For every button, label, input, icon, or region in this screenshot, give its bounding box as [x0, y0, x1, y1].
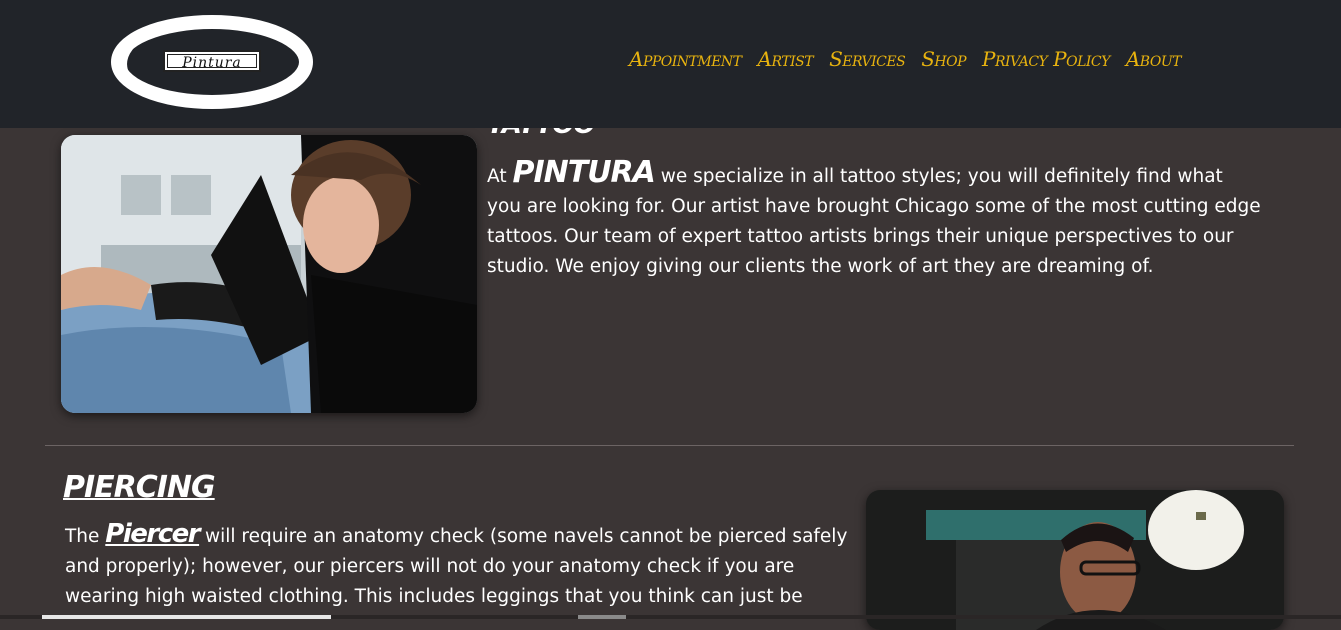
- piercing-text-start: The: [65, 526, 106, 547]
- tattoo-description: At PINTURA we specialize in all tattoo s…: [487, 158, 1262, 282]
- brand-name: PINTURA: [512, 155, 655, 190]
- piercer-photo: [866, 490, 1284, 630]
- piercing-heading: Piercing: [63, 470, 216, 505]
- tattoo-text-start: At: [487, 166, 513, 187]
- nav-appointment[interactable]: Appointment: [629, 47, 742, 71]
- section-divider: [45, 445, 1294, 446]
- piercer-label: Piercer: [105, 519, 200, 549]
- nav-about[interactable]: About: [1126, 47, 1182, 71]
- horizontal-scrollbar[interactable]: [0, 615, 1341, 619]
- nav-privacy-policy[interactable]: Privacy Policy: [982, 47, 1110, 71]
- logo[interactable]: Pintura: [163, 50, 261, 72]
- scrollbar-thumb[interactable]: [42, 615, 331, 619]
- nav-shop[interactable]: Shop: [921, 47, 966, 71]
- nav-services[interactable]: Services: [829, 47, 906, 71]
- navbar: Pintura Appointment Artist Services Shop…: [0, 0, 1341, 128]
- nav-artist[interactable]: Artist: [758, 47, 814, 71]
- main-nav: Appointment Artist Services Shop Privacy…: [629, 47, 1181, 71]
- scrollbar-marker: [578, 615, 626, 619]
- piercing-description: The Piercer will require an anatomy chec…: [65, 519, 855, 612]
- tattoo-artist-photo: [61, 135, 477, 413]
